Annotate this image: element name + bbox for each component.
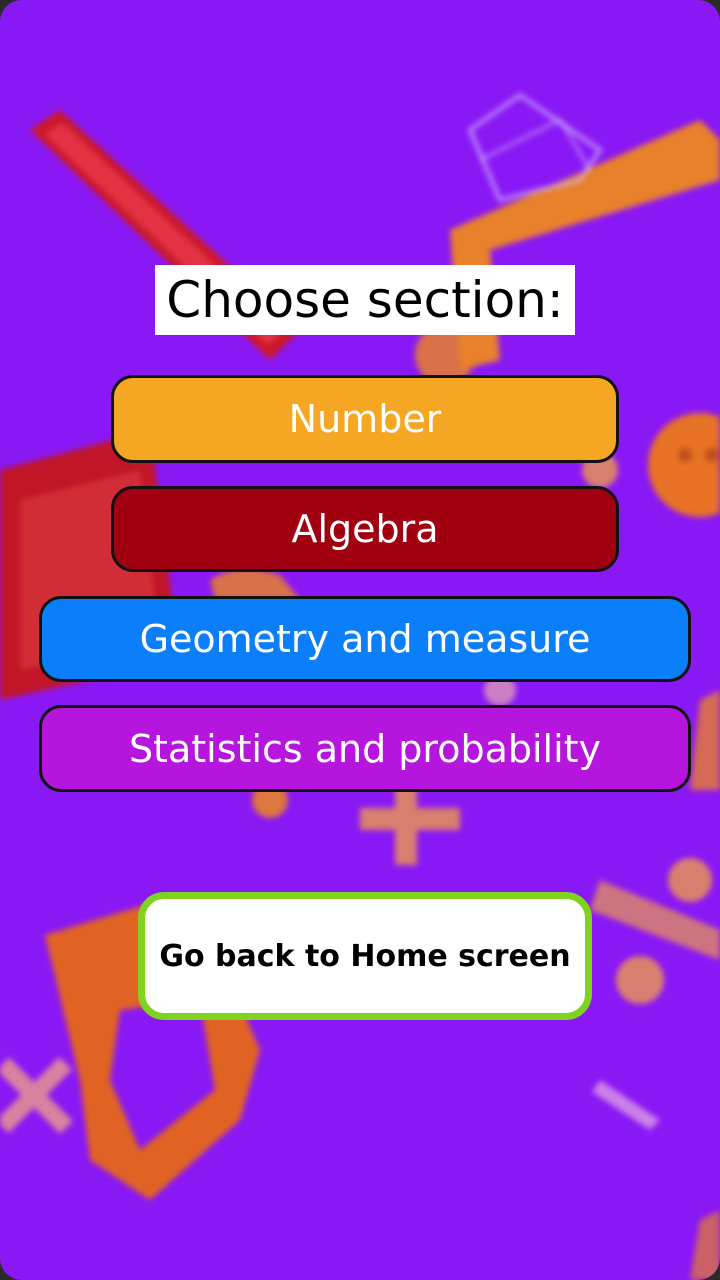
home-button-label: Go back to Home screen: [159, 938, 571, 974]
section-button-label: Algebra: [291, 507, 439, 551]
section-button-statistics-and-probability[interactable]: Statistics and probability: [39, 705, 691, 792]
section-select-screen: Choose section: Number Algebra Geometry …: [0, 0, 720, 1280]
plus-icon: [0, 1056, 73, 1134]
section-button-label: Number: [288, 397, 442, 441]
section-button-number[interactable]: Number: [111, 375, 619, 463]
page-title: Choose section:: [166, 271, 564, 329]
smiley-icon: [648, 413, 720, 517]
home-button[interactable]: Go back to Home screen: [138, 892, 592, 1020]
section-button-label: Geometry and measure: [139, 617, 591, 661]
section-button-algebra[interactable]: Algebra: [111, 486, 619, 572]
title-box: Choose section:: [155, 265, 575, 335]
section-button-geometry-and-measure[interactable]: Geometry and measure: [39, 596, 691, 682]
section-button-label: Statistics and probability: [128, 726, 602, 771]
